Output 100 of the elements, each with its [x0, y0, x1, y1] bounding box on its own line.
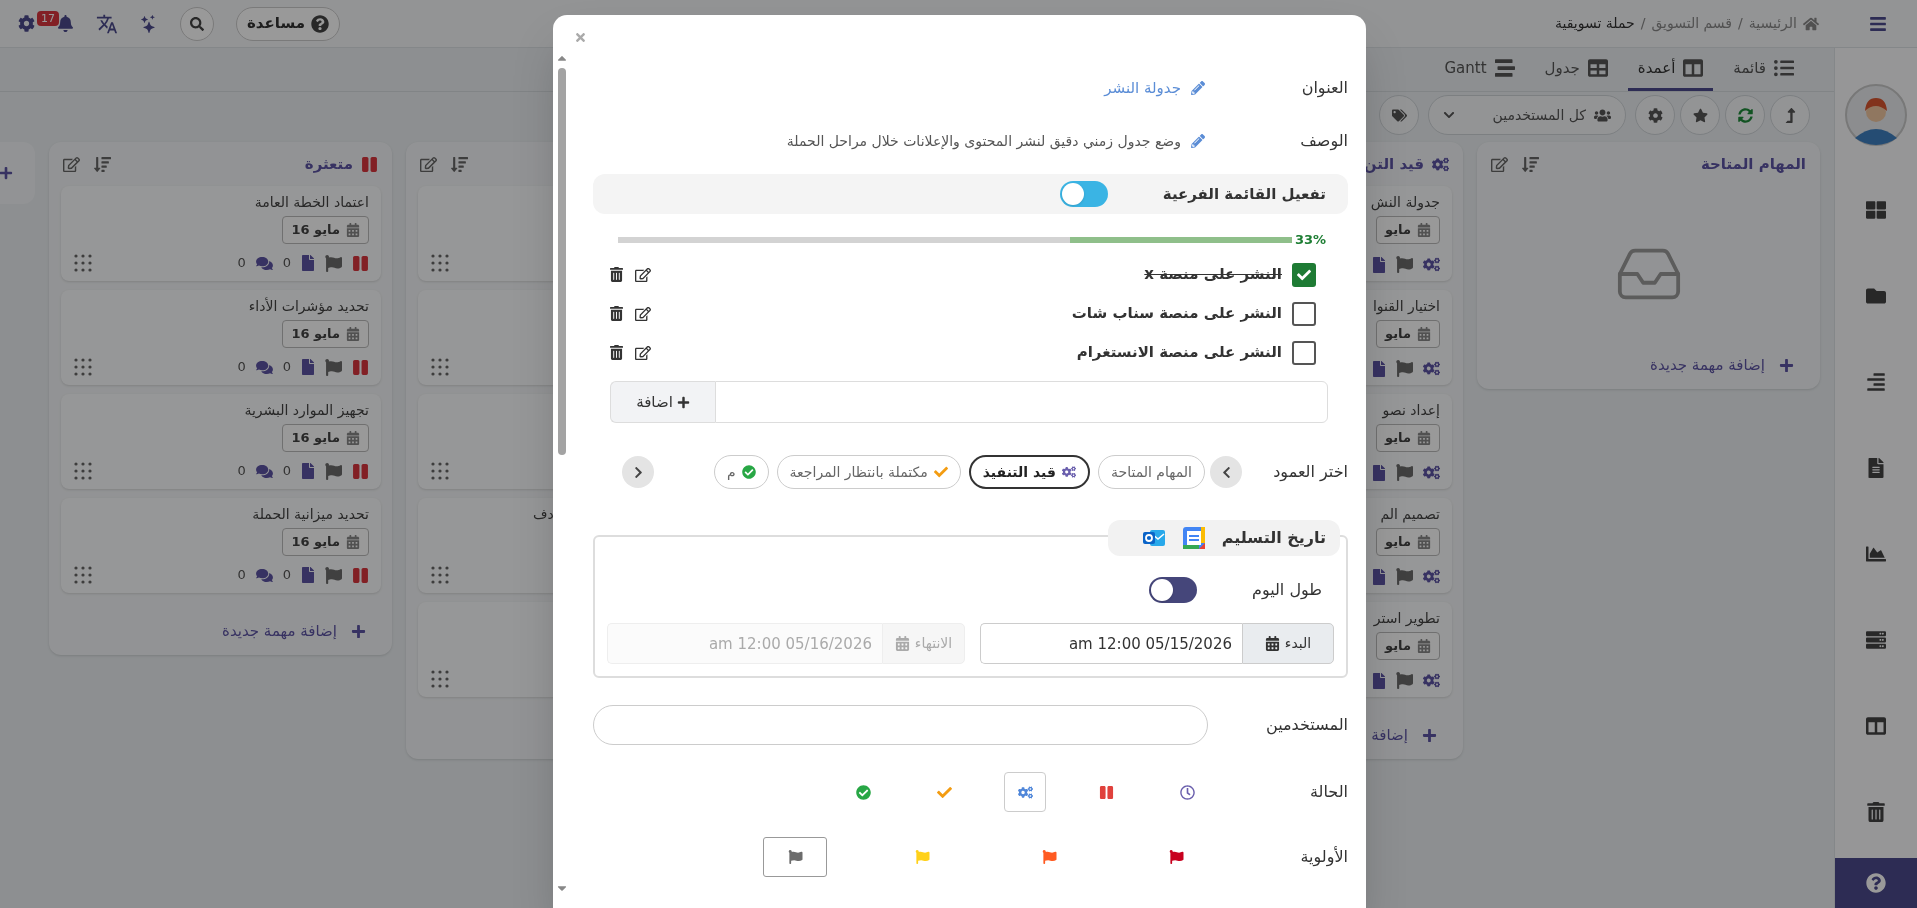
home-icon[interactable] [1803, 15, 1819, 32]
close-icon[interactable] [574, 31, 587, 44]
drag-handle-icon[interactable] [430, 357, 450, 377]
trash-icon[interactable] [610, 267, 623, 282]
drag-handle-icon[interactable] [430, 669, 450, 689]
breadcrumb-separator: / [1738, 14, 1743, 33]
column-chip[interactable]: قيد التنفيذ [968, 455, 1090, 489]
calendar-app-icon[interactable] [1181, 526, 1206, 550]
avatar[interactable] [1845, 84, 1907, 146]
add-task-button[interactable]: إضافة مهمة جديدة [1650, 353, 1820, 377]
settings-icon[interactable] [18, 15, 35, 32]
plus-icon[interactable] [0, 166, 13, 180]
view-tab[interactable]: أعمدة [1627, 48, 1714, 91]
file-icon [1372, 568, 1386, 585]
dashboard-icon[interactable] [1866, 200, 1886, 220]
edit-icon[interactable] [635, 305, 651, 322]
field-label: المستخدمين [1265, 714, 1348, 737]
view-tab[interactable]: جدول [1534, 48, 1618, 91]
title-value[interactable]: جدولة النشر [1104, 76, 1205, 100]
drag-handle-icon[interactable] [73, 357, 93, 377]
breadcrumb-link[interactable]: الرئيسية [1748, 13, 1797, 34]
comments-icon [255, 255, 273, 271]
gears-icon [1423, 672, 1440, 689]
date-chip[interactable]: مايو 16 [282, 424, 369, 452]
view-tab[interactable]: Gantt [1434, 48, 1525, 91]
toggle-switch[interactable] [1149, 577, 1197, 603]
translate-icon[interactable] [96, 12, 118, 35]
column-chip[interactable]: المهام المتاحة [1098, 455, 1205, 489]
checkbox[interactable] [1292, 340, 1316, 365]
checkbox[interactable] [1292, 301, 1316, 326]
tags-button[interactable] [1379, 95, 1419, 135]
server-icon[interactable] [1866, 630, 1886, 650]
add-task-button[interactable]: إضافة مهمة جديدة [222, 619, 392, 643]
scrollbar-thumb[interactable] [558, 68, 566, 455]
task-title: اعتماد الخطة العامة [254, 193, 369, 212]
layout-icon[interactable] [1866, 716, 1886, 736]
date-chip[interactable]: مايو 16 [282, 320, 369, 348]
sort-icon[interactable] [451, 155, 468, 173]
users-field[interactable] [593, 705, 1208, 745]
add-button[interactable]: اضافة [610, 381, 715, 423]
file-icon[interactable] [1866, 458, 1886, 478]
trash-icon[interactable] [1866, 802, 1886, 822]
column-chip[interactable]: م [713, 455, 769, 489]
breadcrumb-link[interactable]: قسم التسويق [1651, 13, 1733, 34]
edit-icon[interactable] [635, 266, 651, 283]
breadcrumb-separator: / [1640, 14, 1646, 33]
refresh-button[interactable] [1725, 95, 1765, 135]
task-title: إعداد نصو [1382, 401, 1440, 420]
date-chip[interactable]: مايو [1376, 632, 1440, 660]
sparkles-icon[interactable] [140, 14, 158, 33]
bell-icon[interactable] [57, 15, 74, 32]
edit-icon[interactable] [635, 344, 651, 361]
text-align-icon[interactable] [1866, 372, 1886, 392]
drag-handle-icon[interactable] [430, 253, 450, 273]
drag-handle-icon[interactable] [73, 461, 93, 481]
date-chip[interactable]: مايو 16 [282, 528, 369, 556]
drag-handle-icon[interactable] [73, 253, 93, 273]
folder-icon[interactable] [1866, 286, 1886, 306]
star-icon [1692, 107, 1708, 123]
description-value[interactable]: وضع جدول زمني دقيق لنشر المحتوى والإعلانات خلال مراحل الحملة [786, 130, 1205, 152]
breadcrumb-link[interactable]: حملة تسويقية [1555, 13, 1635, 34]
settings-button[interactable] [1635, 95, 1675, 135]
help-button[interactable]: مساعدة [236, 6, 340, 41]
task-title: جدولة النش [1370, 193, 1440, 212]
view-tab[interactable]: قائمة [1723, 48, 1804, 91]
chip-scroll-button[interactable] [622, 456, 654, 488]
sort-icon[interactable] [94, 155, 111, 173]
date-field[interactable]: 05/15/2026 12:00 am [980, 623, 1242, 664]
menu-icon[interactable] [1869, 14, 1887, 33]
subtasks-label: تفعيل القائمة الفرعية [1161, 183, 1326, 205]
check-icon [933, 465, 948, 479]
date-chip[interactable]: مايو [1376, 216, 1440, 244]
favorite-button[interactable] [1680, 95, 1720, 135]
priority-option[interactable] [763, 837, 827, 877]
clock-icon [1179, 784, 1195, 800]
status-option[interactable] [1004, 772, 1046, 812]
trash-icon[interactable] [610, 306, 623, 321]
date-chip[interactable]: مايو [1376, 320, 1440, 348]
drag-handle-icon[interactable] [430, 461, 450, 481]
trash-icon[interactable] [610, 345, 623, 360]
task-title: دف [533, 505, 554, 524]
drag-handle-icon[interactable] [430, 565, 450, 585]
drag-handle-icon[interactable] [73, 565, 93, 585]
sort-icon[interactable] [1522, 155, 1539, 173]
checkbox[interactable] [1292, 262, 1316, 287]
chip-scroll-button[interactable] [1210, 456, 1242, 488]
column-chip[interactable]: مكتملة بانتظار المراجعة [776, 455, 961, 489]
chart-icon[interactable] [1866, 544, 1886, 564]
date-chip[interactable]: مايو [1376, 424, 1440, 452]
help-tab-button[interactable] [1835, 858, 1917, 908]
date-chip[interactable]: مايو [1376, 528, 1440, 556]
search-button[interactable] [180, 6, 214, 41]
add-task-button[interactable]: إضافة [1371, 723, 1463, 747]
comments-icon [255, 567, 273, 583]
move-up-button[interactable] [1770, 95, 1810, 135]
toggle-switch[interactable] [1060, 181, 1108, 207]
date-chip[interactable]: مايو 16 [282, 216, 369, 244]
subtask-input[interactable] [715, 381, 1328, 423]
settings-icon [1647, 107, 1663, 123]
users-filter[interactable]: كل المستخدمين [1428, 95, 1626, 135]
